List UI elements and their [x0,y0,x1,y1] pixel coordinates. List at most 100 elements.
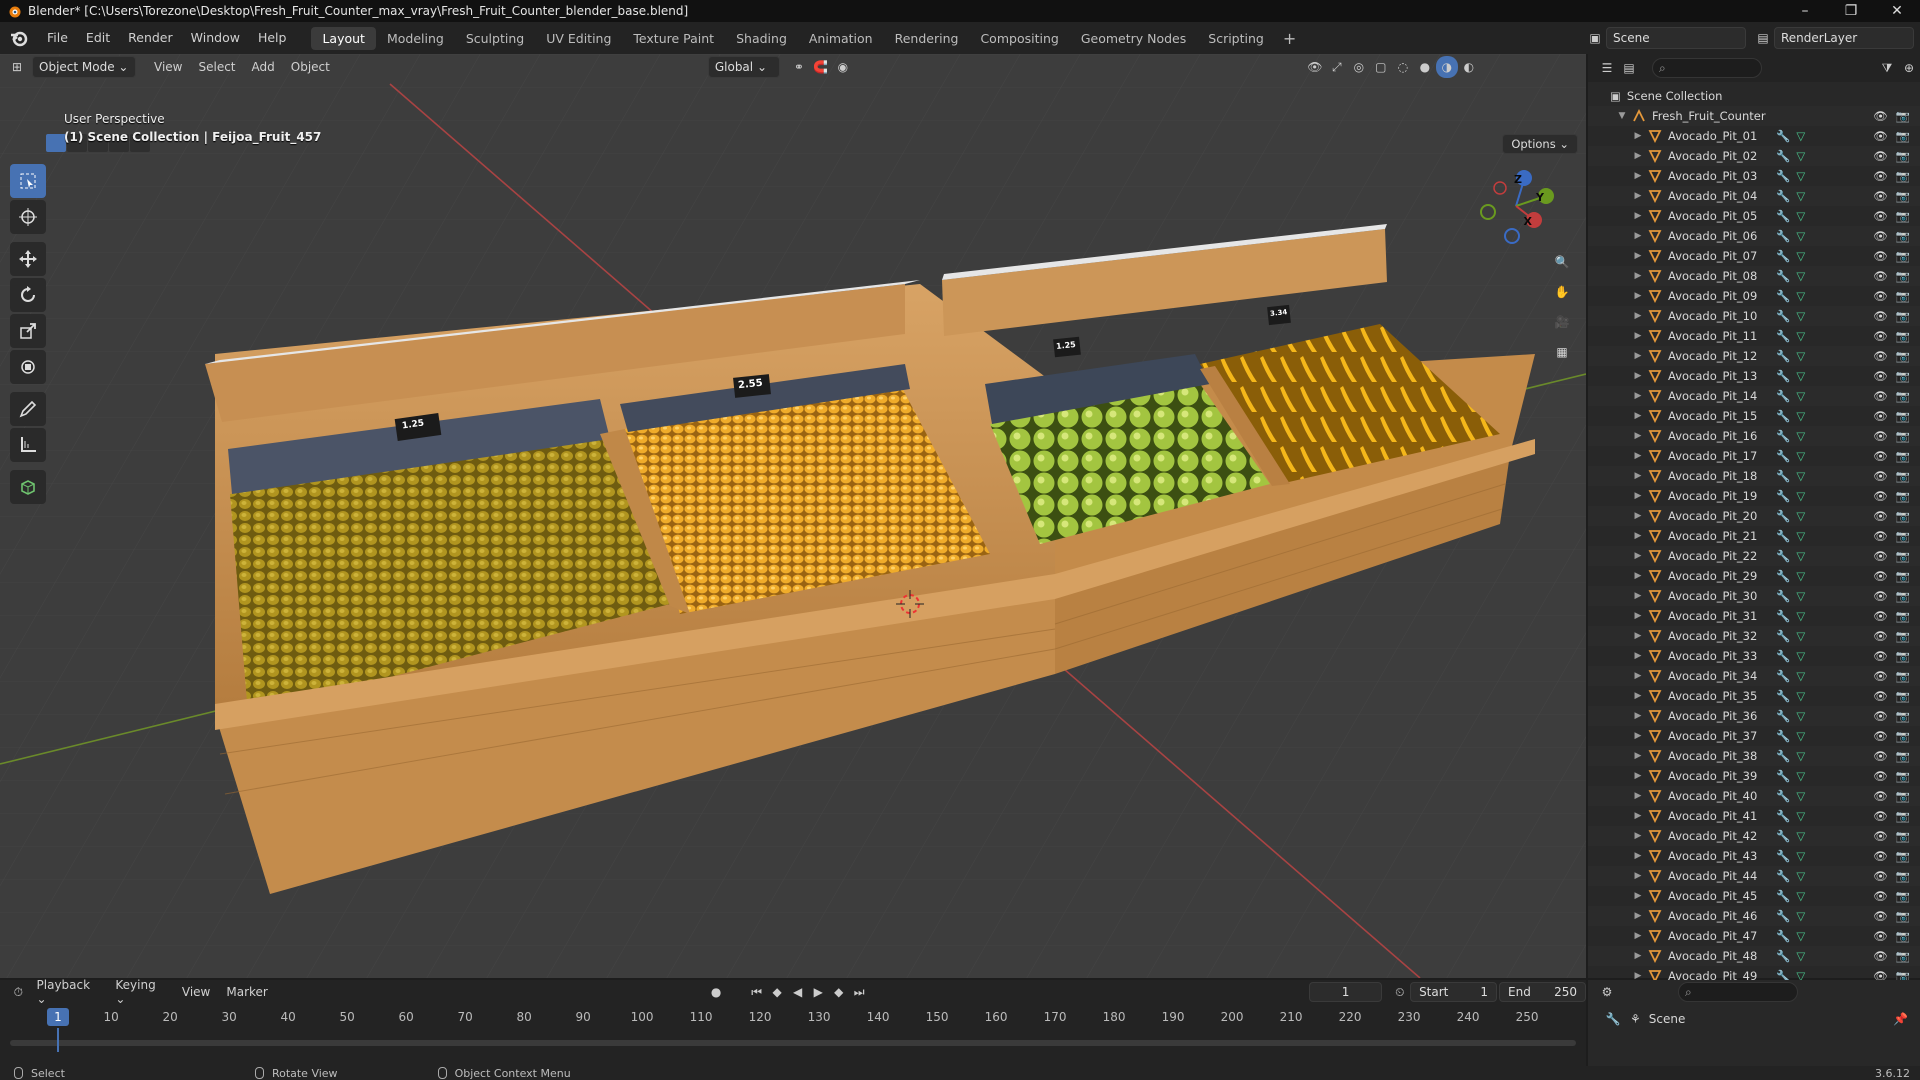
properties-search-input[interactable]: ⌕ [1678,982,1798,1002]
timeline-scrollbar[interactable] [10,1040,1576,1046]
outliner-item[interactable]: ▶ Avocado_Pit_34 🔧 ▽ 👁 📷 [1588,666,1920,686]
eye-icon[interactable]: 👁 [1873,309,1888,323]
modifier-wrench-icon[interactable]: 🔧 [1776,569,1790,583]
modifier-wrench-icon[interactable]: 🔧 [1776,169,1790,183]
eye-icon[interactable]: 👁 [1873,809,1888,823]
ortho-grid-icon[interactable]: ▦ [1548,338,1576,366]
modifier-wrench-icon[interactable]: 🔧 [1776,789,1790,803]
mesh-data-icon[interactable]: ▽ [1796,429,1805,443]
mesh-data-icon[interactable]: ▽ [1796,949,1805,963]
modifier-wrench-icon[interactable]: 🔧 [1776,329,1790,343]
expand-arrow-icon[interactable]: ▶ [1632,511,1644,521]
mesh-data-icon[interactable]: ▽ [1796,609,1805,623]
camera-icon[interactable]: 📷 [1896,669,1910,683]
expand-arrow-icon[interactable]: ▶ [1632,751,1644,761]
modifier-wrench-icon[interactable]: 🔧 [1776,369,1790,383]
rotate-tool[interactable] [10,278,46,312]
collection-row[interactable]: ▼ Fresh_Fruit_Counter 👁 📷 [1588,106,1920,126]
play-icon[interactable]: ▶ [808,981,829,1003]
expand-arrow-icon[interactable]: ▶ [1632,391,1644,401]
camera-icon[interactable]: 📷 [1896,849,1910,863]
camera-icon[interactable]: 📷 [1896,349,1910,363]
expand-arrow-icon[interactable]: ▶ [1632,451,1644,461]
outliner-item[interactable]: ▶ Avocado_Pit_36 🔧 ▽ 👁 📷 [1588,706,1920,726]
menu-edit[interactable]: Edit [77,22,119,54]
minimize-button[interactable]: – [1782,0,1828,22]
modifier-wrench-icon[interactable]: 🔧 [1776,829,1790,843]
gizmo-toggle-icon[interactable]: ⤢ [1326,56,1348,78]
outliner-item[interactable]: ▶ Avocado_Pit_48 🔧 ▽ 👁 📷 [1588,946,1920,966]
eye-icon[interactable]: 👁 [1873,169,1888,183]
mesh-data-icon[interactable]: ▽ [1796,809,1805,823]
expand-arrow-icon[interactable]: ▶ [1632,531,1644,541]
camera-icon[interactable]: 📷 [1896,489,1910,503]
transform-tool[interactable] [10,350,46,384]
add-workspace-button[interactable]: + [1275,29,1304,48]
solid-shading-icon[interactable]: ● [1414,56,1436,78]
expand-arrow-icon[interactable]: ▶ [1632,471,1644,481]
outliner-item[interactable]: ▶ Avocado_Pit_05 🔧 ▽ 👁 📷 [1588,206,1920,226]
expand-arrow-icon[interactable]: ▶ [1632,571,1644,581]
expand-arrow-icon[interactable]: ▶ [1632,731,1644,741]
end-frame-field[interactable]: End 250 [1499,982,1587,1002]
modifier-wrench-icon[interactable]: 🔧 [1776,729,1790,743]
outliner-item[interactable]: ▶ Avocado_Pit_17 🔧 ▽ 👁 📷 [1588,446,1920,466]
camera-icon[interactable]: 📷 [1896,149,1910,163]
eye-icon[interactable]: 👁 [1873,249,1888,263]
add-cube-tool[interactable] [10,470,46,504]
tab-texture-paint[interactable]: Texture Paint [622,27,725,50]
camera-icon[interactable]: 📷 [1896,269,1910,283]
scene-collection-row[interactable]: ▣ Scene Collection [1588,86,1920,106]
modifier-wrench-icon[interactable]: 🔧 [1776,409,1790,423]
outliner-item[interactable]: ▶ Avocado_Pit_11 🔧 ▽ 👁 📷 [1588,326,1920,346]
eye-icon[interactable]: 👁 [1873,189,1888,203]
outliner-item[interactable]: ▶ Avocado_Pit_43 🔧 ▽ 👁 📷 [1588,846,1920,866]
outliner-item[interactable]: ▶ Avocado_Pit_13 🔧 ▽ 👁 📷 [1588,366,1920,386]
mesh-data-icon[interactable]: ▽ [1796,189,1805,203]
modifier-wrench-icon[interactable]: 🔧 [1776,749,1790,763]
maximize-button[interactable]: ❐ [1828,0,1874,22]
outliner-item[interactable]: ▶ Avocado_Pit_20 🔧 ▽ 👁 📷 [1588,506,1920,526]
modifier-wrench-icon[interactable]: 🔧 [1776,869,1790,883]
cursor-tool[interactable] [10,200,46,234]
expand-arrow-icon[interactable]: ▶ [1632,891,1644,901]
expand-arrow-icon[interactable]: ▶ [1632,771,1644,781]
expand-arrow-icon[interactable]: ▶ [1632,251,1644,261]
wireframe-shading-icon[interactable]: ◌ [1392,56,1414,78]
expand-arrow-icon[interactable]: ▶ [1632,231,1644,241]
modifier-wrench-icon[interactable]: 🔧 [1776,469,1790,483]
expand-arrow-icon[interactable]: ▶ [1632,371,1644,381]
camera-icon[interactable]: 📷 [1896,809,1910,823]
eye-icon[interactable]: 👁 [1873,709,1888,723]
eye-icon[interactable]: 👁 [1873,369,1888,383]
mesh-data-icon[interactable]: ▽ [1796,469,1805,483]
material-shading-icon[interactable]: ◑ [1435,56,1458,78]
mesh-data-icon[interactable]: ▽ [1796,489,1805,503]
modifier-wrench-icon[interactable]: 🔧 [1776,949,1790,963]
camera-icon[interactable]: 📷 [1896,889,1910,903]
menu-playback[interactable]: Playback ⌄ [29,978,108,1006]
modifier-wrench-icon[interactable]: 🔧 [1776,269,1790,283]
eye-icon[interactable]: 👁 [1873,949,1888,963]
prev-keyframe-icon[interactable]: ◆ [767,981,788,1003]
modifier-wrench-icon[interactable]: 🔧 [1776,289,1790,303]
mesh-data-icon[interactable]: ▽ [1796,629,1805,643]
camera-icon[interactable]: 📷 [1896,129,1910,143]
display-mode-icon[interactable]: ▤ [1618,57,1640,79]
mode-dropdown[interactable]: Object Mode ⌄ [32,56,136,78]
camera-icon[interactable]: 📷 [1896,289,1910,303]
camera-icon[interactable]: 📷 [1896,949,1910,963]
visibility-icon[interactable]: 👁 [1304,56,1326,78]
outliner-item[interactable]: ▶ Avocado_Pit_33 🔧 ▽ 👁 📷 [1588,646,1920,666]
expand-arrow-icon[interactable]: ▶ [1632,351,1644,361]
expand-arrow-icon[interactable]: ▶ [1632,291,1644,301]
mesh-data-icon[interactable]: ▽ [1796,249,1805,263]
jump-start-icon[interactable]: ⏮ [746,981,767,1003]
proportional-edit-icon[interactable]: ◉ [832,56,854,78]
mesh-data-icon[interactable]: ▽ [1796,909,1805,923]
outliner-item[interactable]: ▶ Avocado_Pit_10 🔧 ▽ 👁 📷 [1588,306,1920,326]
camera-icon[interactable]: 📷 [1896,429,1910,443]
outliner-item[interactable]: ▶ Avocado_Pit_02 🔧 ▽ 👁 📷 [1588,146,1920,166]
outliner-item[interactable]: ▶ Avocado_Pit_39 🔧 ▽ 👁 📷 [1588,766,1920,786]
menu-render[interactable]: Render [119,22,182,54]
